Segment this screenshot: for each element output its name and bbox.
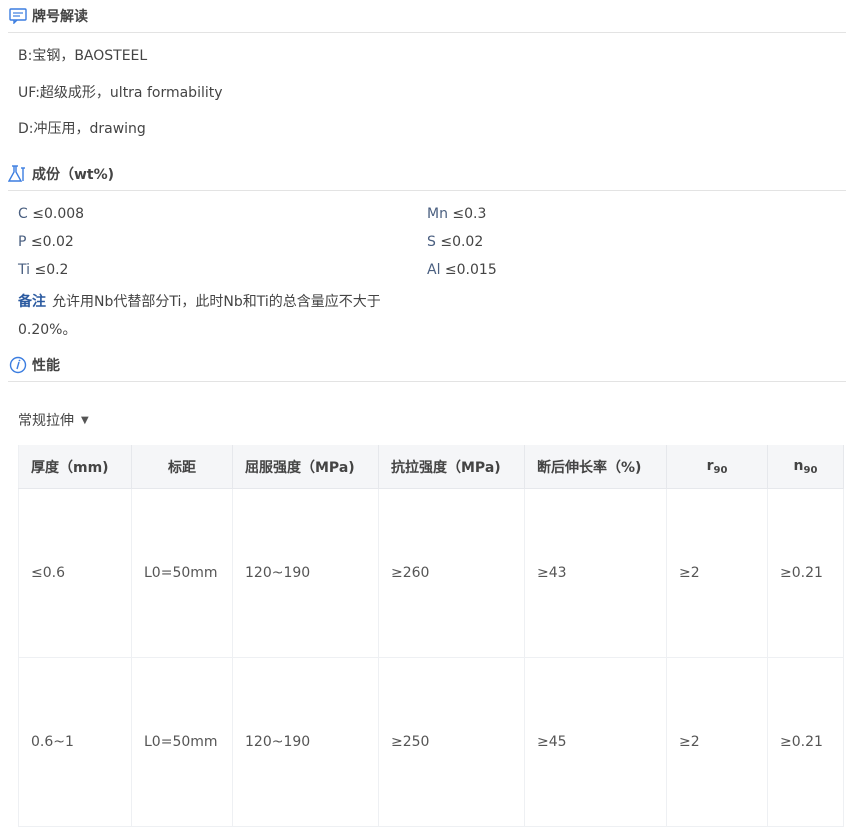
- flask-icon: [8, 164, 28, 184]
- cell-thickness: 0.6~1: [18, 657, 132, 827]
- caret-down-icon: ▼: [81, 414, 89, 426]
- grade-line: B:宝钢，BAOSTEEL: [18, 48, 148, 64]
- composition-s: S ≤0.02: [427, 234, 483, 250]
- element-symbol: Al: [427, 262, 441, 278]
- info-circle-icon: [8, 355, 28, 375]
- composition-al: Al ≤0.015: [427, 262, 497, 278]
- grade-line: D:冲压用，drawing: [18, 121, 146, 137]
- composition-note: 备注 允许用Nb代替部分Ti，此时Nb和Ti的总含量应不大于0.20%。: [18, 288, 410, 344]
- section-header-grade: 牌号解读: [8, 0, 846, 33]
- cell-thickness: ≤0.6: [18, 488, 132, 658]
- composition-p: P ≤0.02: [18, 234, 74, 250]
- element-value: ≤0.2: [34, 262, 69, 278]
- element-value: ≤0.008: [32, 206, 85, 222]
- header-r90: r90: [666, 445, 768, 489]
- test-type-dropdown[interactable]: 常规拉伸 ▼: [18, 410, 89, 430]
- cell-gauge: L0=50mm: [131, 657, 233, 827]
- header-thickness: 厚度（mm): [18, 445, 132, 489]
- cell-n90: ≥0.21: [767, 657, 844, 827]
- cell-elongation: ≥45: [524, 657, 667, 827]
- dropdown-label: 常规拉伸: [18, 413, 74, 429]
- table-row: ≤0.6 L0=50mm 120~190 ≥260 ≥43 ≥2 ≥0.21: [18, 488, 844, 658]
- section-title: 成份（wt%): [32, 167, 115, 183]
- cell-n90: ≥0.21: [767, 488, 844, 658]
- header-n90: n90: [767, 445, 844, 489]
- header-tensile: 抗拉强度（MPa): [378, 445, 525, 489]
- element-symbol: P: [18, 234, 27, 250]
- section-header-composition: 成份（wt%): [8, 158, 846, 191]
- note-text: 允许用Nb代替部分Ti，此时Nb和Ti的总含量应不大于0.20%。: [18, 294, 381, 338]
- cell-tensile: ≥250: [378, 657, 525, 827]
- section-header-properties: 性能: [8, 349, 846, 382]
- cell-yield: 120~190: [232, 657, 379, 827]
- cell-yield: 120~190: [232, 488, 379, 658]
- element-value: ≤0.02: [440, 234, 484, 250]
- cell-elongation: ≥43: [524, 488, 667, 658]
- table-row: 0.6~1 L0=50mm 120~190 ≥250 ≥45 ≥2 ≥0.21: [18, 657, 844, 827]
- element-symbol: Ti: [18, 262, 31, 278]
- element-symbol: S: [427, 234, 436, 250]
- cell-gauge: L0=50mm: [131, 488, 233, 658]
- header-r-sub: 90: [713, 464, 728, 476]
- element-symbol: C: [18, 206, 28, 222]
- composition-mn: Mn ≤0.3: [427, 206, 486, 222]
- header-n-sub: 90: [803, 464, 818, 476]
- comment-icon: [8, 6, 28, 26]
- properties-table: 厚度（mm) 标距 屈服强度（MPa) 抗拉强度（MPa) 断后伸长率（%) r…: [18, 445, 844, 827]
- element-value: ≤0.02: [30, 234, 74, 250]
- section-title: 性能: [32, 358, 60, 374]
- element-symbol: Mn: [427, 206, 448, 222]
- cell-r90: ≥2: [666, 488, 768, 658]
- element-value: ≤0.3: [452, 206, 487, 222]
- composition-c: C ≤0.008: [18, 206, 84, 222]
- table-header-row: 厚度（mm) 标距 屈服强度（MPa) 抗拉强度（MPa) 断后伸长率（%) r…: [18, 445, 844, 489]
- composition-ti: Ti ≤0.2: [18, 262, 68, 278]
- section-title: 牌号解读: [32, 9, 88, 25]
- cell-tensile: ≥260: [378, 488, 525, 658]
- grade-line: UF:超级成形，ultra formability: [18, 85, 223, 101]
- header-elongation: 断后伸长率（%): [524, 445, 667, 489]
- header-gauge: 标距: [131, 445, 233, 489]
- note-tag: 备注: [18, 294, 46, 310]
- header-yield: 屈服强度（MPa): [232, 445, 379, 489]
- element-value: ≤0.015: [444, 262, 497, 278]
- cell-r90: ≥2: [666, 657, 768, 827]
- header-n-main: n: [793, 457, 804, 474]
